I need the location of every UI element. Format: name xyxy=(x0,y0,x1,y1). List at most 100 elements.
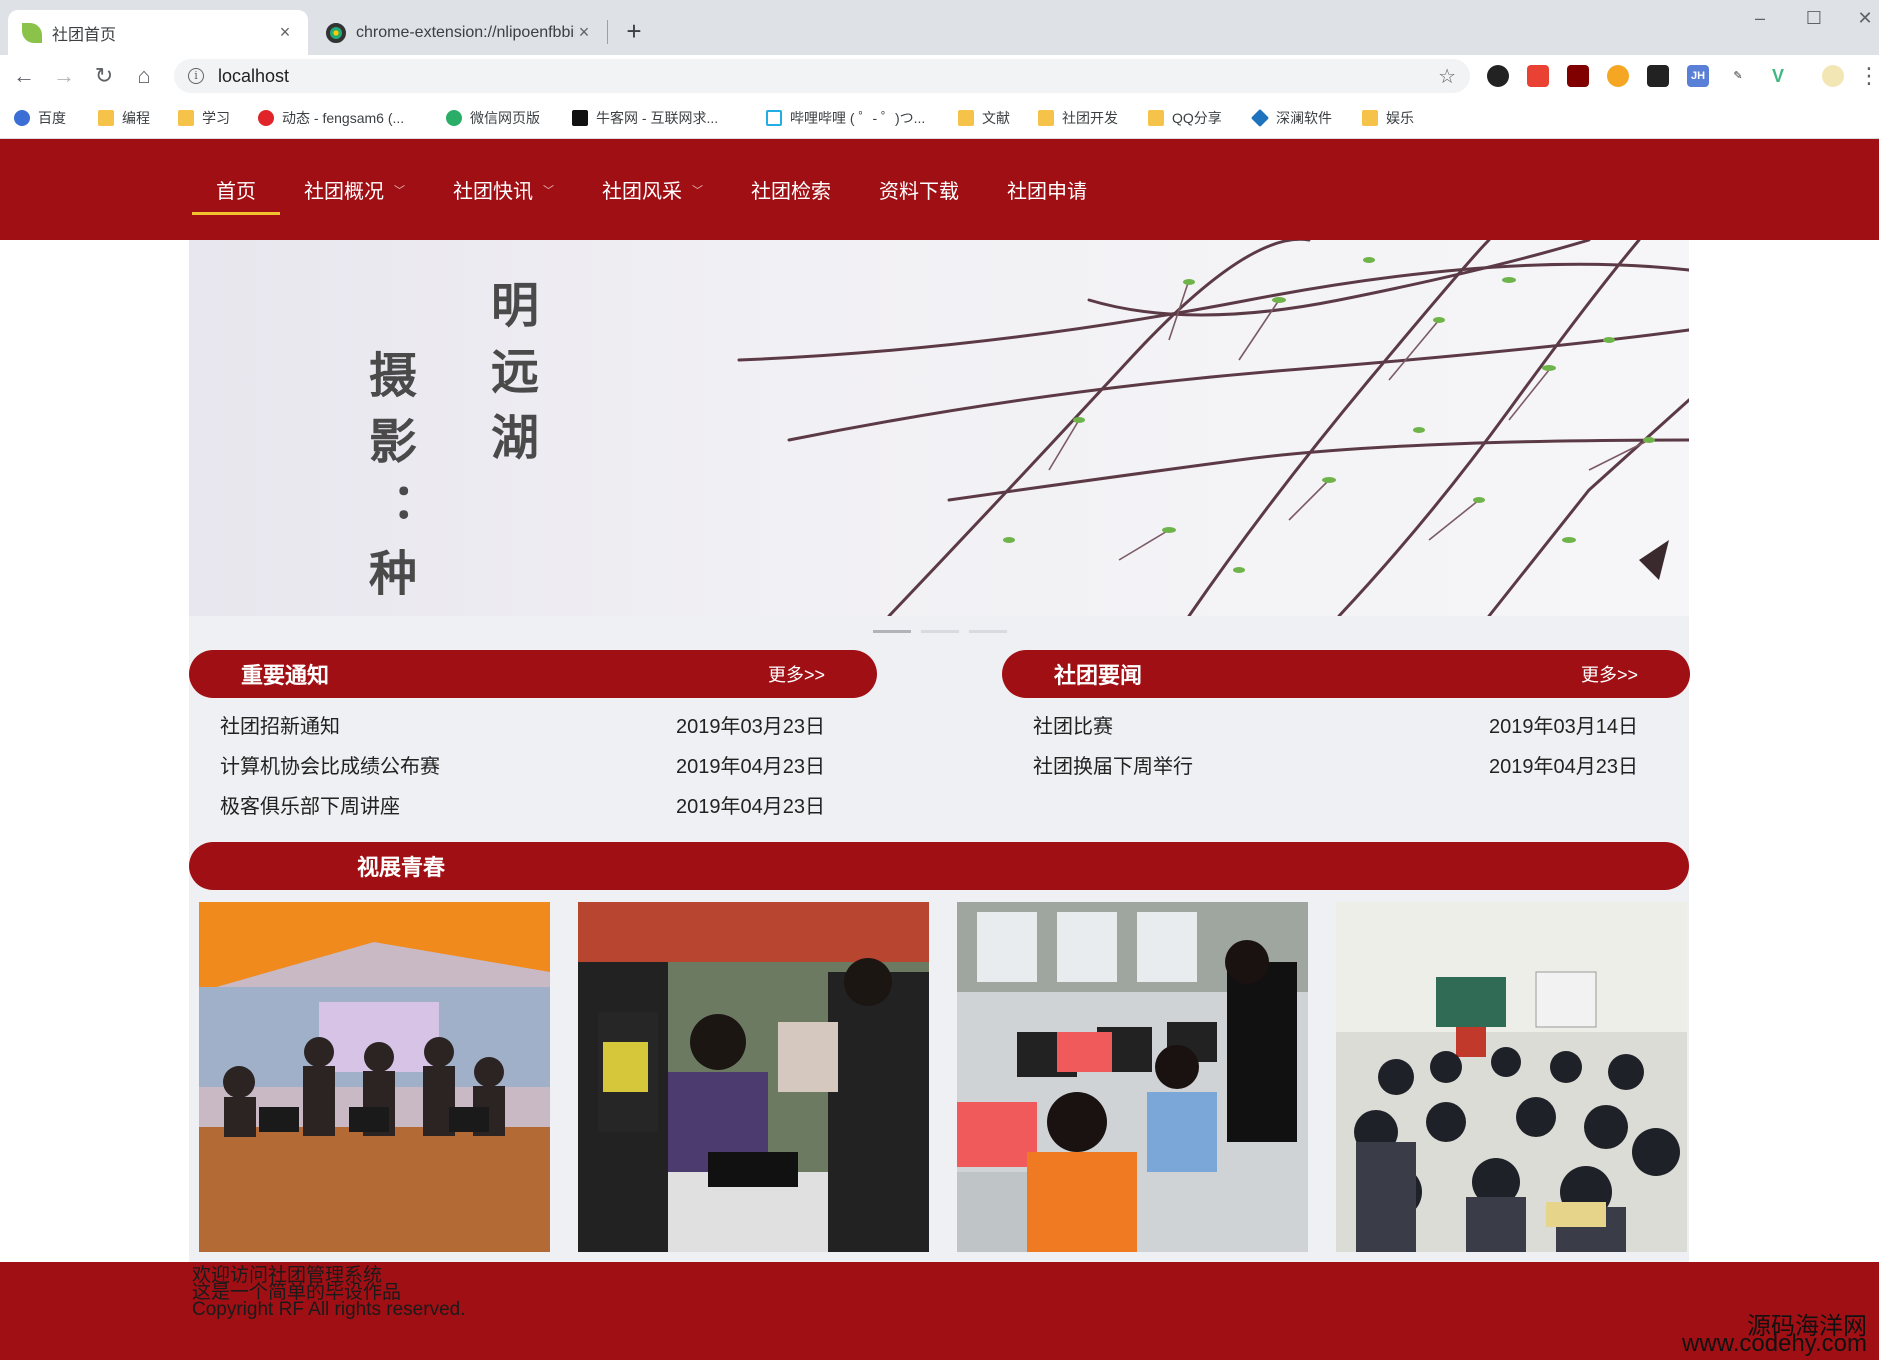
vue-devtools-icon[interactable]: V xyxy=(1767,65,1789,87)
main-nav: 首页 社团概况 ﹀ 社团快讯 ﹀ 社团风采 ﹀ 社团检索 资料下载 社团申请 xyxy=(192,139,1111,240)
news-title[interactable]: 社团换届下周举行 xyxy=(1033,750,1193,779)
bookmark-label: 百度 xyxy=(38,110,66,126)
extension-google-icon[interactable] xyxy=(1527,65,1549,87)
chevron-down-icon: ﹀ xyxy=(692,184,703,197)
new-tab-button[interactable]: + xyxy=(620,16,648,47)
forward-arrow-icon[interactable]: → xyxy=(50,62,78,90)
nav-downloads[interactable]: 资料下载 xyxy=(855,139,983,240)
translate-icon[interactable]: ✎ xyxy=(1727,65,1749,87)
notices-more-link[interactable]: 更多>> xyxy=(768,661,825,687)
leaf-favicon-icon xyxy=(22,22,42,43)
extension-glasses-icon[interactable] xyxy=(1647,65,1669,87)
extension-ring-icon[interactable] xyxy=(1487,65,1509,87)
extension-infinity-icon[interactable] xyxy=(1607,65,1629,87)
gallery-title: 视展青春 xyxy=(357,855,446,880)
url-text[interactable]: localhost xyxy=(218,66,1438,87)
nav-club-search[interactable]: 社团检索 xyxy=(727,139,855,240)
bookmark-folder[interactable]: QQ分享 xyxy=(1148,106,1222,130)
window-close-icon[interactable]: ✕ xyxy=(1851,8,1879,29)
notice-row[interactable]: 社团招新通知 2019年03月23日 xyxy=(189,704,877,744)
minimize-icon[interactable]: – xyxy=(1746,8,1774,29)
bookmark-label: 微信网页版 xyxy=(470,110,540,126)
browser-toolbar: ← → ↻ ⌂ i localhost ☆ JH ✎ V ⋮ xyxy=(0,55,1879,97)
gallery-photo-computer-lab[interactable] xyxy=(957,902,1308,1252)
notices-list: 社团招新通知 2019年03月23日 计算机协会比成绩公布赛 2019年04月23日… xyxy=(189,704,877,824)
nowcoder-icon xyxy=(572,110,588,126)
notice-row[interactable]: 计算机协会比成绩公布赛 2019年04月23日 xyxy=(189,744,877,784)
watermark-url: www.codehy.com xyxy=(1682,1330,1867,1357)
bookmark-item[interactable]: 牛客网 - 互联网求... xyxy=(572,106,718,130)
profile-avatar[interactable] xyxy=(1822,65,1844,87)
menu-kebab-icon[interactable]: ⋮ xyxy=(1858,62,1879,90)
banner-poem-right: 明远湖 xyxy=(482,280,538,478)
news-title[interactable]: 社团比赛 xyxy=(1033,710,1113,739)
nav-home[interactable]: 首页 xyxy=(192,139,280,240)
main-content: 明远湖 摄影：种 重要通知 更多>> 社团招新通知 2019年03月23日 计算机… xyxy=(189,240,1690,1262)
tab-title: 社团首页 xyxy=(52,26,117,44)
nav-label: 首页 xyxy=(216,181,256,203)
bookmark-item[interactable]: 百度 xyxy=(14,106,66,130)
folder-icon xyxy=(1362,110,1378,126)
bilibili-icon xyxy=(766,110,782,126)
nav-club-overview[interactable]: 社团概况 ﹀ xyxy=(280,139,429,240)
nav-club-apply[interactable]: 社团申请 xyxy=(983,139,1111,240)
carousel-dot[interactable] xyxy=(873,630,911,633)
bookmark-folder[interactable]: 文献 xyxy=(958,106,1010,130)
bookmark-folder[interactable]: 娱乐 xyxy=(1362,106,1414,130)
carousel-dot[interactable] xyxy=(921,630,959,633)
bookmark-folder[interactable]: 社团开发 xyxy=(1038,106,1118,130)
gallery-photo-activity[interactable] xyxy=(578,902,929,1252)
gallery-header: 视展青春 xyxy=(189,842,1689,890)
tab-close-icon[interactable]: × xyxy=(575,22,593,43)
bookmark-label: 学习 xyxy=(202,110,230,126)
tab-extension[interactable]: chrome-extension://nlipoenfbbikpbj × xyxy=(312,10,607,55)
bookmark-item[interactable]: 动态 - fengsam6 (... xyxy=(258,106,404,130)
nav-club-style[interactable]: 社团风采 ﹀ xyxy=(578,139,727,240)
gallery-photo-lecture[interactable] xyxy=(1336,902,1687,1252)
notice-title[interactable]: 计算机协会比成绩公布赛 xyxy=(220,750,440,779)
bookmark-item[interactable]: 深澜软件 xyxy=(1250,106,1332,130)
banner-carousel[interactable]: 明远湖 摄影：种 xyxy=(189,240,1689,616)
notices-panel: 重要通知 更多>> 社团招新通知 2019年03月23日 计算机协会比成绩公布赛 2… xyxy=(189,650,877,824)
tab-active[interactable]: 社团首页 × xyxy=(8,10,308,55)
gallery-photo-recruitment[interactable] xyxy=(199,902,550,1252)
wechat-icon xyxy=(446,110,462,126)
bookmark-folder[interactable]: 编程 xyxy=(98,106,150,130)
news-date: 2019年03月14日 xyxy=(1489,715,1638,738)
address-bar[interactable]: i localhost ☆ xyxy=(174,59,1470,93)
back-arrow-icon[interactable]: ← xyxy=(10,62,38,90)
news-row[interactable]: 社团比赛 2019年03月14日 xyxy=(1002,704,1690,744)
news-row[interactable]: 社团换届下周举行 2019年04月23日 xyxy=(1002,744,1690,784)
tab-close-icon[interactable]: × xyxy=(276,22,294,43)
bookmark-folder[interactable]: 学习 xyxy=(178,106,230,130)
extension-favicon-icon xyxy=(326,22,346,43)
folder-icon xyxy=(178,110,194,126)
maximize-icon[interactable]: ☐ xyxy=(1800,8,1828,29)
nav-label: 资料下载 xyxy=(879,181,959,203)
bookmark-label: 深澜软件 xyxy=(1276,110,1332,126)
nav-label: 社团快讯 xyxy=(453,181,533,203)
notice-row[interactable]: 极客俱乐部下周讲座 2019年04月23日 xyxy=(189,784,877,824)
home-icon[interactable]: ⌂ xyxy=(130,62,158,90)
site-info-icon[interactable]: i xyxy=(188,68,204,84)
bookmarks-bar: 百度 编程 学习 动态 - fengsam6 (... 微信网页版 牛客网 - … xyxy=(0,97,1879,139)
bookmark-item[interactable]: 微信网页版 xyxy=(446,106,540,130)
bookmark-star-icon[interactable]: ☆ xyxy=(1438,64,1456,89)
extension-jh-icon[interactable]: JH xyxy=(1687,65,1709,87)
notices-title: 重要通知 xyxy=(241,663,330,688)
notice-date: 2019年03月23日 xyxy=(676,715,825,738)
banner-poem-left: 摄影：种 xyxy=(360,350,416,614)
ublock-shield-icon[interactable] xyxy=(1567,65,1589,87)
reload-icon[interactable]: ↻ xyxy=(90,62,118,90)
club-news-header: 社团要闻 更多>> xyxy=(1002,650,1690,698)
browser-tab-strip: 社团首页 × chrome-extension://nlipoenfbbikpb… xyxy=(0,0,1879,55)
notice-title[interactable]: 极客俱乐部下周讲座 xyxy=(220,790,400,819)
club-news-more-link[interactable]: 更多>> xyxy=(1581,661,1638,687)
notice-title[interactable]: 社团招新通知 xyxy=(220,710,340,739)
nav-club-news-flash[interactable]: 社团快讯 ﹀ xyxy=(429,139,578,240)
bookmark-item[interactable]: 哔哩哔哩 ( ゜- ゜)つ... xyxy=(766,106,925,130)
carousel-dot[interactable] xyxy=(969,630,1007,633)
club-news-panel: 社团要闻 更多>> 社团比赛 2019年03月14日 社团换届下周举行 2019年0… xyxy=(1002,650,1690,784)
notices-header: 重要通知 更多>> xyxy=(189,650,877,698)
nav-label: 社团申请 xyxy=(1007,181,1087,203)
